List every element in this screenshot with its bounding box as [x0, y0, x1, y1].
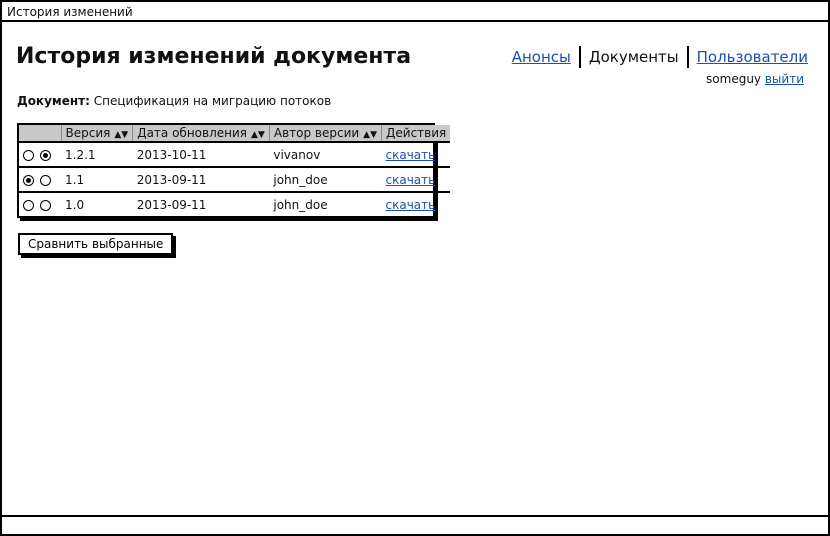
- cell-date: 2013-10-11: [132, 141, 270, 167]
- column-header-author[interactable]: Автор версии ▲▼: [269, 125, 383, 142]
- column-header-date[interactable]: Дата обновления ▲▼: [132, 125, 270, 142]
- table-header-row: Версия ▲▼ Дата обновления ▲▼ Автор версии ▲…: [19, 125, 451, 142]
- app-window: История изменений История изменений доку…: [0, 0, 830, 536]
- cell-author: john_doe: [269, 166, 382, 192]
- select-column-header: [19, 125, 62, 142]
- cell-date: 2013-09-11: [132, 166, 270, 192]
- cell-version: 1.0: [61, 191, 133, 216]
- cell-author: john_doe: [269, 191, 382, 216]
- document-label: Документ:: [17, 94, 90, 108]
- download-link[interactable]: скачать: [386, 148, 436, 162]
- compare-selected-button[interactable]: Сравнить выбранные: [18, 233, 174, 255]
- table-row: 1.2.1 2013-10-11 vivanov скачать: [19, 141, 451, 167]
- status-bar: [2, 515, 828, 534]
- cell-version: 1.2.1: [61, 141, 133, 167]
- nav-separator: [686, 46, 689, 68]
- radio-from-version[interactable]: [23, 199, 34, 211]
- radio-to-version[interactable]: [40, 199, 51, 211]
- logout-link[interactable]: выйти: [765, 72, 804, 86]
- download-link[interactable]: скачать: [386, 173, 436, 187]
- page-title: История изменений документа: [16, 44, 412, 69]
- cell-author: vivanov: [269, 141, 382, 167]
- radio-from-version[interactable]: [23, 149, 34, 161]
- user-info: someguy выйти: [706, 72, 804, 86]
- window-title: История изменений: [7, 5, 133, 19]
- table-row: 1.0 2013-09-11 john_doe скачать: [19, 191, 451, 216]
- sort-updown-icon[interactable]: ▲▼: [114, 130, 128, 140]
- nav-item-documents[interactable]: Документы: [589, 48, 679, 66]
- table-row: 1.1 2013-09-11 john_doe скачать: [19, 166, 451, 192]
- radio-to-version[interactable]: [40, 174, 51, 186]
- column-header-version[interactable]: Версия ▲▼: [61, 125, 134, 142]
- column-header-actions: Действия: [381, 125, 451, 142]
- nav-item-announcements[interactable]: Анонсы: [512, 48, 571, 66]
- username: someguy: [706, 72, 762, 86]
- nav-separator: [578, 46, 581, 68]
- nav-item-users[interactable]: Пользователи: [697, 48, 808, 66]
- download-link[interactable]: скачать: [386, 198, 436, 212]
- sort-updown-icon[interactable]: ▲▼: [363, 130, 377, 140]
- cell-version: 1.1: [61, 166, 133, 192]
- top-nav: Анонсы Документы Пользователи: [512, 46, 808, 68]
- radio-to-version[interactable]: [40, 149, 51, 161]
- versions-table: Версия ▲▼ Дата обновления ▲▼ Автор версии ▲…: [17, 123, 451, 218]
- document-line: Документ: Спецификация на миграцию поток…: [17, 94, 331, 108]
- cell-date: 2013-09-11: [132, 191, 270, 216]
- window-titlebar: История изменений: [2, 2, 828, 22]
- radio-from-version[interactable]: [23, 174, 34, 186]
- document-name: Спецификация на миграцию потоков: [93, 94, 332, 108]
- sort-updown-icon[interactable]: ▲▼: [251, 130, 265, 140]
